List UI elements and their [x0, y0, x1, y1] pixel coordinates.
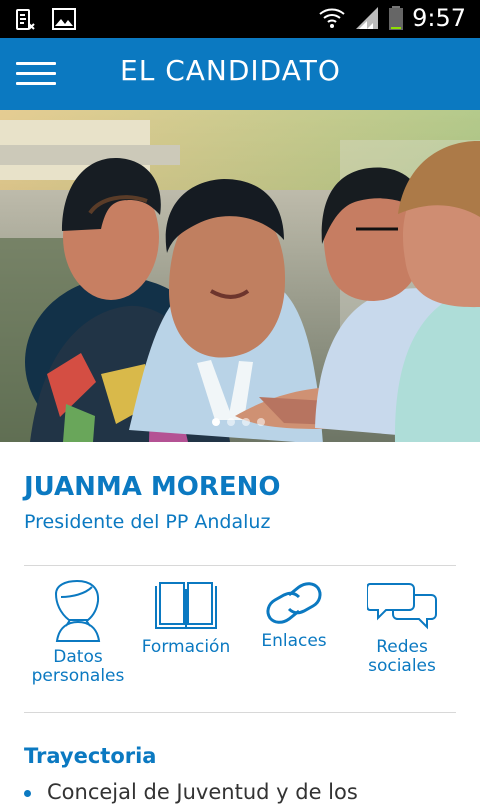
- gallery-icon: [52, 8, 76, 30]
- person-icon: [54, 580, 101, 642]
- campaign-photo: [0, 110, 480, 442]
- signal-icon: [356, 7, 379, 29]
- page-title: EL CANDIDATO: [120, 54, 341, 87]
- carousel-dot[interactable]: [257, 418, 265, 426]
- carousel-dot[interactable]: [212, 418, 220, 426]
- carousel-dot[interactable]: [227, 418, 235, 426]
- social-networks-shortcut[interactable]: Redes sociales: [348, 580, 456, 686]
- links-shortcut[interactable]: Enlaces: [240, 580, 348, 686]
- chat-bubbles-icon: [367, 583, 437, 630]
- trajectory-title: Trayectoria: [24, 744, 157, 768]
- trajectory-item: Concejal de Juventud y de los: [24, 780, 454, 804]
- battery-icon: [389, 6, 404, 30]
- link-icon: [266, 582, 322, 624]
- app-bar: EL CANDIDATO: [0, 38, 480, 110]
- divider: [24, 565, 456, 566]
- clock: 9:57: [412, 4, 466, 32]
- book-icon: [155, 582, 217, 629]
- wifi-icon: [319, 8, 345, 28]
- divider: [24, 712, 456, 713]
- carousel-dot[interactable]: [242, 418, 250, 426]
- personal-data-shortcut[interactable]: Datos personales: [24, 580, 132, 686]
- candidate-name: JUANMA MORENO: [24, 472, 281, 502]
- status-bar: 9:57: [0, 0, 480, 38]
- hero-carousel[interactable]: [0, 110, 480, 442]
- bbm-icon: [16, 9, 35, 30]
- hamburger-menu-button[interactable]: [16, 62, 56, 88]
- profile-shortcuts: Datos personales Formación Enlaces Redes…: [24, 580, 456, 686]
- bullet-icon: [24, 789, 31, 797]
- carousel-pagination[interactable]: [212, 418, 265, 426]
- candidate-role: Presidente del PP Andaluz: [24, 511, 271, 533]
- education-shortcut[interactable]: Formación: [132, 580, 240, 686]
